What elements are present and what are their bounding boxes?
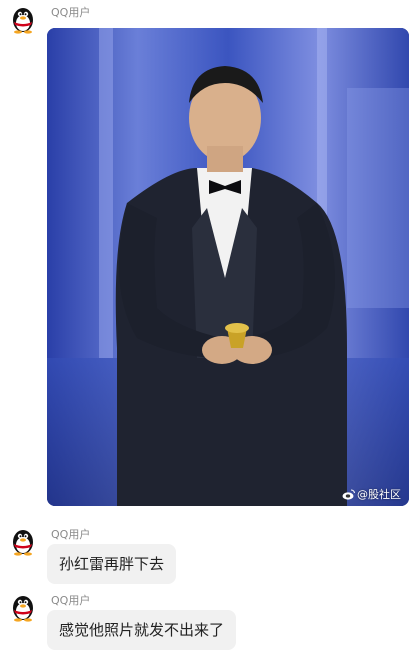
message-bubble[interactable]: 感觉他照片就发不出来了 (47, 610, 237, 650)
watermark: @股社区 (342, 486, 401, 502)
qq-penguin-icon[interactable] (8, 526, 38, 556)
sender-name: QQ用户 (51, 528, 91, 541)
sender-name: QQ用户 (51, 594, 91, 607)
message-bubble[interactable]: 孙红雷再胖下去 (47, 544, 177, 584)
watermark-text: @股社区 (357, 488, 401, 501)
qq-penguin-icon[interactable] (8, 592, 38, 622)
message-photo[interactable]: @股社区 (47, 28, 409, 506)
chat-window: QQ用户 @股社区 QQ用户 孙红雷再胖下去 QQ用户 感觉他照片就发不出来了 (0, 0, 416, 652)
sender-name: QQ用户 (51, 6, 91, 19)
photo-graphic (47, 28, 409, 506)
weibo-icon (342, 489, 355, 500)
qq-penguin-icon[interactable] (8, 4, 38, 34)
